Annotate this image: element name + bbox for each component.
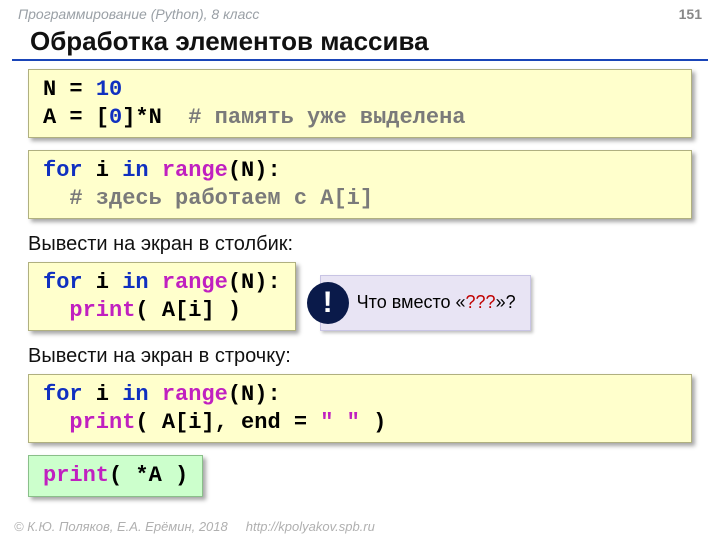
code-block-3: for i in range(N): print( A[i] )	[28, 262, 296, 331]
exclamation-icon: !	[307, 282, 349, 324]
code-block-2: for i in range(N): # здесь работаем с A[…	[28, 150, 692, 219]
comment: # здесь работаем с A[i]	[43, 186, 373, 211]
comment: # память уже выделена	[188, 105, 465, 130]
code-block-5: print( *A )	[28, 455, 203, 497]
callout-text: Что вместо «???»?	[357, 292, 516, 313]
code-block-4: for i in range(N): print( A[i], end = " …	[28, 374, 692, 443]
content: N = 10 A = [0]*N # память уже выделена f…	[0, 69, 720, 509]
callout: ! Что вместо «???»?	[320, 275, 531, 331]
copyright: © К.Ю. Поляков, Е.А. Ерёмин, 2018	[14, 519, 228, 534]
subheading-1: Вывести на экран в столбик:	[24, 231, 696, 262]
footer-url: http://kpolyakov.spb.ru	[246, 519, 375, 534]
page-title: Обработка элементов массива	[12, 22, 708, 61]
code-block-1: N = 10 A = [0]*N # память уже выделена	[28, 69, 692, 138]
course-name: Программирование (Python), 8 класс	[18, 6, 259, 22]
page-number: 151	[679, 6, 702, 22]
footer: © К.Ю. Поляков, Е.А. Ерёмин, 2018 http:/…	[14, 519, 375, 534]
subheading-2: Вывести на экран в строчку:	[24, 343, 696, 374]
slide-header: Программирование (Python), 8 класс 151	[0, 0, 720, 22]
